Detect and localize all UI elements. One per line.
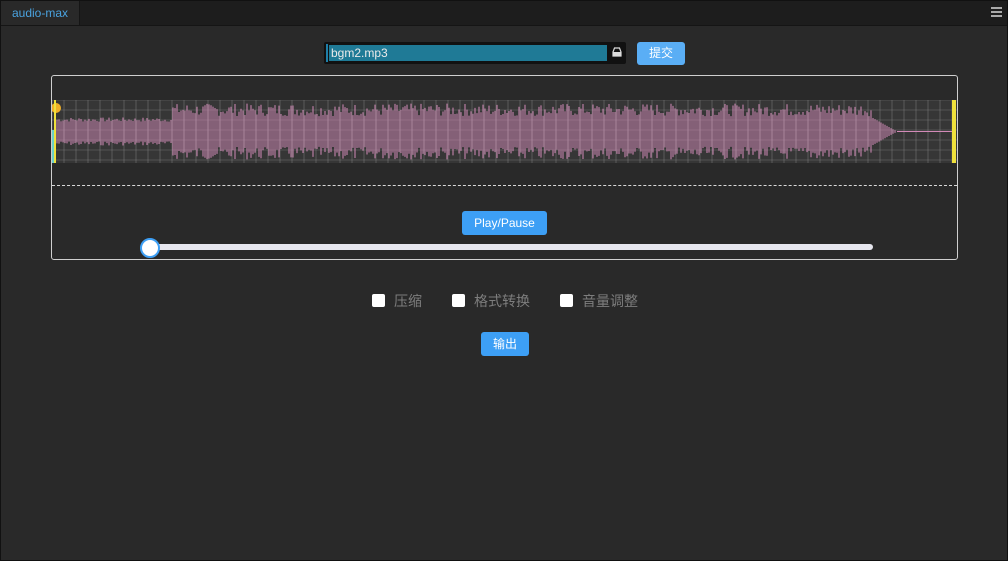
progress-slider-thumb[interactable] [140, 238, 160, 258]
file-name-field[interactable]: bgm2.mp3 [329, 45, 607, 61]
checkbox-volume-adjust[interactable] [560, 294, 573, 307]
file-input-accent [326, 44, 328, 62]
checkbox-format-convert[interactable] [452, 294, 465, 307]
app-window: audio-max bgm2.mp3 提交 Play/Pause 压缩 格式转换… [0, 0, 1008, 561]
tab-bar: audio-max [1, 1, 1007, 26]
export-button[interactable]: 输出 [481, 332, 529, 356]
end-cursor [952, 100, 956, 163]
hamburger-menu-icon[interactable] [991, 7, 1003, 19]
progress-slider-track[interactable] [149, 244, 873, 250]
play-pause-button[interactable]: Play/Pause [462, 211, 547, 235]
option-volume-adjust-label: 音量调整 [582, 293, 638, 309]
file-input[interactable]: bgm2.mp3 [324, 42, 626, 64]
option-format-convert-label: 格式转换 [474, 293, 530, 309]
tab-audio-max[interactable]: audio-max [1, 1, 80, 25]
play-cursor [54, 100, 56, 163]
submit-button[interactable]: 提交 [637, 42, 685, 65]
divider [52, 185, 957, 186]
drive-icon[interactable] [611, 46, 623, 58]
waveform[interactable] [52, 100, 957, 163]
checkbox-compress[interactable] [372, 294, 385, 307]
waveform-panel: Play/Pause [51, 75, 958, 260]
option-compress-label: 压缩 [394, 293, 422, 309]
